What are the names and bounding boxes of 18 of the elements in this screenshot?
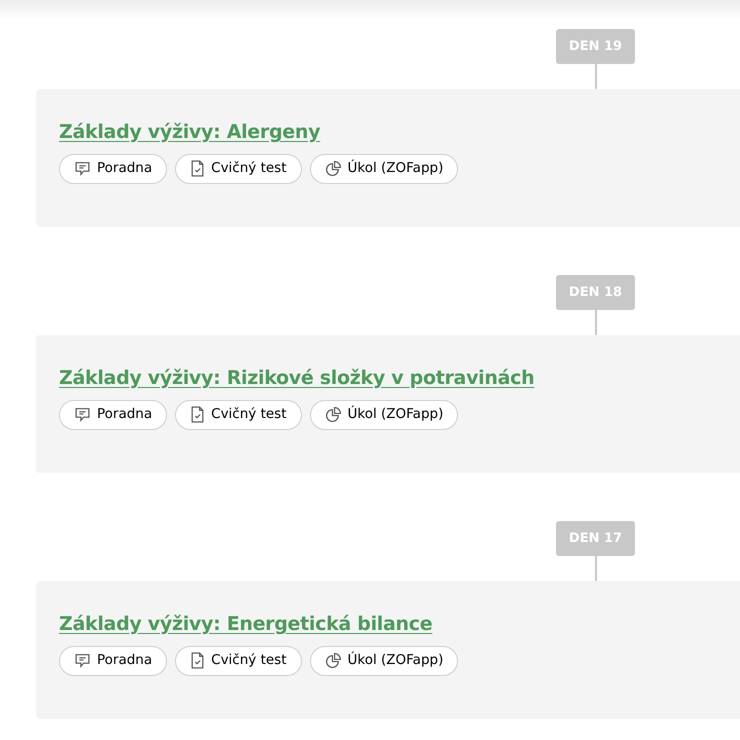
pie-chart-icon [324, 406, 342, 423]
advice-button[interactable]: Poradna [59, 400, 168, 430]
task-button[interactable]: Úkol (ZOFapp) [310, 646, 458, 676]
practice-test-button[interactable]: Cvičný test [175, 646, 302, 676]
practice-test-button[interactable]: Cvičný test [175, 154, 302, 184]
practice-test-button[interactable]: Cvičný test [175, 400, 302, 430]
advice-button[interactable]: Poradna [59, 154, 168, 184]
speech-bubble-icon [74, 160, 91, 177]
pie-chart-icon [324, 652, 342, 669]
speech-bubble-icon [74, 406, 91, 423]
pie-chart-icon [324, 160, 342, 177]
document-check-icon [190, 406, 206, 423]
advice-button[interactable]: Poradna [59, 646, 168, 676]
document-check-icon [190, 160, 206, 177]
task-button[interactable]: Úkol (ZOFapp) [310, 154, 458, 184]
speech-bubble-icon [74, 652, 91, 669]
document-check-icon [190, 652, 206, 669]
task-button[interactable]: Úkol (ZOFapp) [310, 400, 458, 430]
